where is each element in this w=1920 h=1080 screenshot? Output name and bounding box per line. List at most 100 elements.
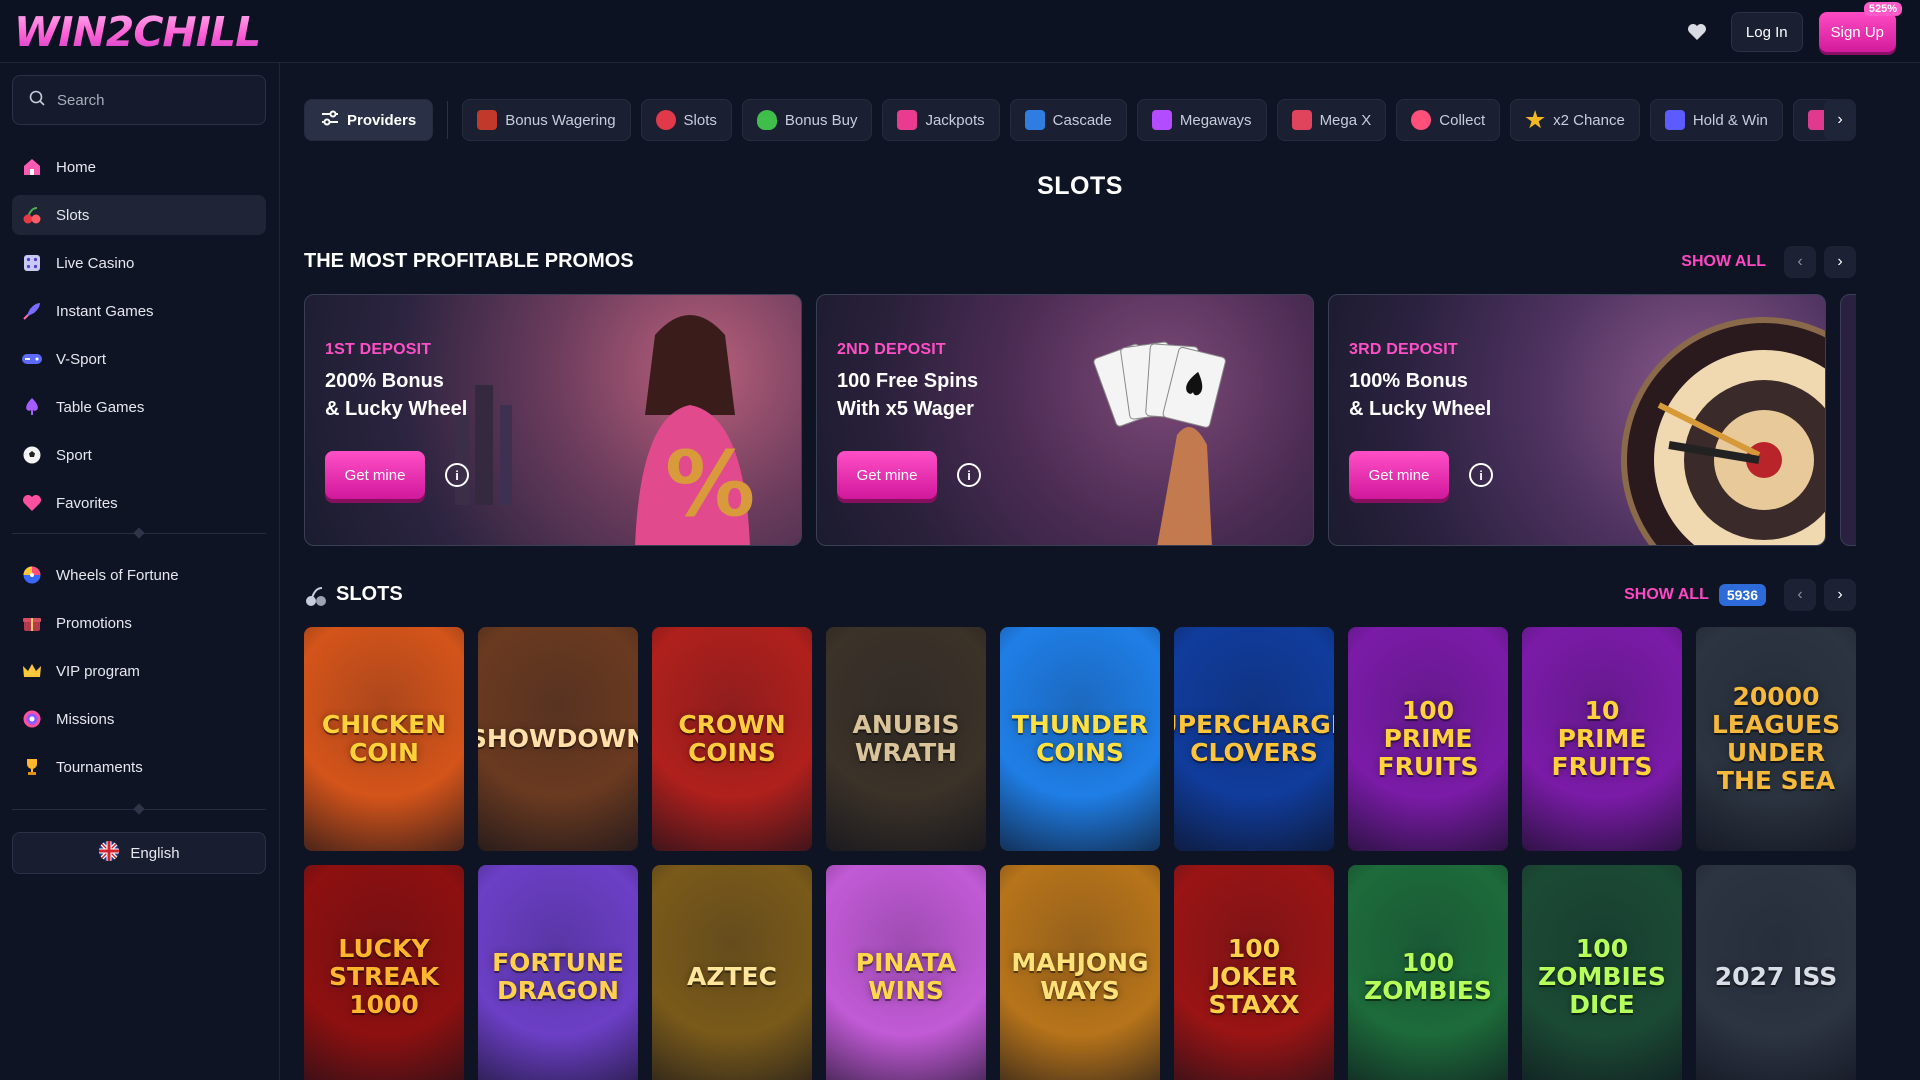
crown-icon [20, 659, 44, 683]
chip-bonus-buy[interactable]: Bonus Buy [741, 99, 873, 141]
chip-mega-x[interactable]: Mega X [1276, 99, 1387, 141]
get-mine-button[interactable]: Get mine [325, 451, 425, 499]
promos-next-button[interactable]: › [1824, 246, 1856, 278]
chip-label: x2 Chance [1553, 111, 1625, 129]
language-selector[interactable]: English [12, 832, 266, 874]
promo-headline: 200% Bonus & Lucky Wheel [325, 370, 468, 420]
cascade-icon [1024, 110, 1045, 130]
favorites-heart-icon[interactable] [1679, 14, 1715, 50]
sidebar-item-sport[interactable]: Sport [12, 435, 266, 475]
chip-cascade[interactable]: Cascade [1009, 99, 1127, 141]
providers-button[interactable]: Providers [304, 99, 434, 141]
sidebar-item-promotions[interactable]: Promotions [12, 603, 266, 643]
game-title: SUPERCHARGED CLOVERS [1174, 710, 1334, 767]
site-logo[interactable]: WIN2CHILL [14, 8, 261, 56]
game-tile[interactable]: CROWN COINS [652, 627, 812, 851]
game-tile[interactable]: FORTUNE DRAGON [478, 865, 638, 1080]
game-tile[interactable]: 20000 LEAGUES UNDER THE SEA [1696, 627, 1856, 851]
slots-section-controls: SHOW ALL 5936 ‹ › [1624, 579, 1856, 611]
info-icon[interactable]: i [1469, 463, 1493, 487]
game-tile[interactable]: MAHJONG WAYS [1000, 865, 1160, 1080]
game-tile[interactable]: ANUBIS WRATH [826, 627, 986, 851]
chip-label: Cascade [1052, 111, 1112, 129]
game-tile[interactable]: THUNDER COINS [1000, 627, 1160, 851]
dice-icon [20, 251, 44, 275]
slots-count-badge: 5936 [1718, 584, 1766, 606]
game-tile[interactable]: 2027 ISS [1696, 865, 1856, 1080]
login-button[interactable]: Log In [1730, 12, 1803, 52]
magnet-icon [1664, 110, 1685, 130]
promo-card[interactable]: 3RD DEPOSIT 100% Bonus & Lucky Wheel Get… [1328, 294, 1826, 546]
chip-bonus-wagering[interactable]: Bonus Wagering [462, 99, 631, 141]
game-title: 100 ZOMBIES [1364, 948, 1492, 1005]
game-title: 100 ZOMBIES DICE [1538, 934, 1666, 1019]
category-chips: Providers Bonus Wagering Slots Bonus Buy… [304, 99, 1856, 141]
get-mine-button[interactable]: Get mine [837, 451, 937, 499]
game-tile[interactable]: LUCKY STREAK 1000 [304, 865, 464, 1080]
info-icon[interactable]: i [957, 463, 981, 487]
promo-card[interactable]: % 1ST DEPOSIT 200% Bonus & Lucky Wheel G… [304, 294, 802, 546]
game-title: CROWN COINS [678, 710, 786, 767]
info-icon[interactable]: i [445, 463, 469, 487]
sidebar-item-v-sport[interactable]: V-Sport [12, 339, 266, 379]
language-label: English [130, 844, 180, 862]
game-title: AZTEC [687, 962, 777, 991]
game-tile[interactable]: PINATA WINS [826, 865, 986, 1080]
slots-show-all-link[interactable]: SHOW ALL [1624, 586, 1709, 604]
slots-next-button[interactable]: › [1824, 579, 1856, 611]
chip-collect[interactable]: Collect [1396, 99, 1501, 141]
game-tile[interactable]: AZTEC [652, 865, 812, 1080]
promo-card-peek[interactable] [1840, 294, 1856, 546]
gamepad-icon [20, 347, 44, 371]
game-tile[interactable]: SHOWDOWN [478, 627, 638, 851]
game-tile[interactable]: 100 ZOMBIES DICE [1522, 865, 1682, 1080]
chip-x2-chance[interactable]: x2 Chance [1510, 99, 1640, 141]
sidebar-nav-extra: Wheels of Fortune Promotions VIP program… [12, 555, 266, 795]
promos-prev-button[interactable]: ‹ [1784, 246, 1816, 278]
game-tile[interactable]: 10 PRIME FRUITS [1522, 627, 1682, 851]
search-box[interactable] [12, 75, 266, 125]
megaways-icon [1151, 110, 1172, 130]
game-tile[interactable]: 100 PRIME FRUITS [1348, 627, 1508, 851]
game-tile[interactable]: SUPERCHARGED CLOVERS [1174, 627, 1334, 851]
promos-show-all-link[interactable]: SHOW ALL [1681, 253, 1766, 271]
signup-button[interactable]: Sign Up [1818, 12, 1896, 52]
game-title: 100 JOKER STAXX [1208, 934, 1300, 1019]
chip-megaways[interactable]: Megaways [1136, 99, 1267, 141]
game-tile[interactable]: 100 ZOMBIES [1348, 865, 1508, 1080]
chip-slots[interactable]: Slots [640, 99, 732, 141]
gift-icon [20, 611, 44, 635]
sidebar-item-label: VIP program [56, 662, 140, 680]
game-tile[interactable]: 100 JOKER STAXX [1174, 865, 1334, 1080]
get-mine-button[interactable]: Get mine [1349, 451, 1449, 499]
sidebar-item-vip-program[interactable]: VIP program [12, 651, 266, 691]
sidebar-item-wheels-of-fortune[interactable]: Wheels of Fortune [12, 555, 266, 595]
chip-hold-and-win[interactable]: Hold & Win [1649, 99, 1783, 141]
sidebar-item-label: Tournaments [56, 758, 143, 776]
chips-next-button[interactable]: › [1824, 99, 1856, 141]
promo-card[interactable]: 2ND DEPOSIT 100 Free Spins With x5 Wager… [816, 294, 1314, 546]
cherry-icon [20, 203, 44, 227]
rocket-icon [20, 299, 44, 323]
game-title: PINATA WINS [855, 948, 957, 1005]
sidebar-item-tournaments[interactable]: Tournaments [12, 747, 266, 787]
sidebar-item-table-games[interactable]: Table Games [12, 387, 266, 427]
game-tile[interactable]: CHICKEN COIN [304, 627, 464, 851]
chip-jackpots[interactable]: Jackpots [882, 99, 1000, 141]
sidebar-item-live-casino[interactable]: Live Casino [12, 243, 266, 283]
star-icon [1525, 110, 1545, 129]
slots-prev-button[interactable]: ‹ [1784, 579, 1816, 611]
sidebar-item-instant-games[interactable]: Instant Games [12, 291, 266, 331]
search-input[interactable] [57, 91, 247, 109]
promo-kicker: 1ST DEPOSIT [325, 341, 432, 358]
promo-headline: 100% Bonus & Lucky Wheel [1349, 370, 1492, 420]
sidebar-item-missions[interactable]: Missions [12, 699, 266, 739]
sidebar-item-label: Sport [56, 446, 92, 464]
sidebar-item-label: Table Games [56, 398, 145, 416]
sidebar-item-favorites[interactable]: Favorites [12, 483, 266, 523]
sidebar-item-slots[interactable]: Slots [12, 195, 266, 235]
sidebar-item-home[interactable]: Home [12, 147, 266, 187]
chip-label: Jackpots [925, 111, 985, 129]
chevron-left-icon: ‹ [1797, 586, 1803, 603]
mega-x-icon [1291, 110, 1312, 130]
